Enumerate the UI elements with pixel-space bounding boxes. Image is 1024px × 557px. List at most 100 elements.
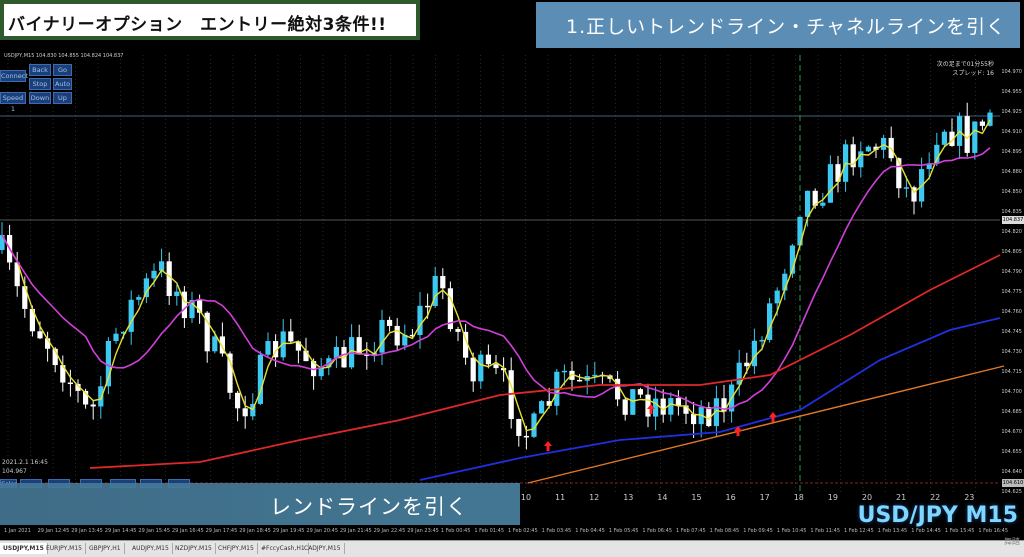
candle-body bbox=[539, 401, 545, 414]
candle-body bbox=[523, 435, 529, 438]
date-label: 29 Jan 21:45 bbox=[340, 528, 372, 534]
candle-body bbox=[90, 404, 96, 407]
candle-body bbox=[660, 398, 666, 415]
price-label: 104.790 bbox=[1001, 269, 1022, 275]
price-label: 104.670 bbox=[1001, 429, 1022, 435]
candle-body bbox=[227, 353, 233, 393]
price-label: 104.850 bbox=[1001, 189, 1022, 195]
hour-label: 23 bbox=[964, 493, 975, 502]
date-label: 1 Jan 2021 bbox=[4, 528, 31, 534]
hour-label: 16 bbox=[725, 493, 736, 502]
candle-body bbox=[675, 398, 681, 406]
candle-body bbox=[470, 357, 476, 382]
date-label: 29 Jan 23:45 bbox=[407, 528, 439, 534]
candle-body bbox=[964, 116, 970, 153]
price-label: 104.655 bbox=[1001, 449, 1022, 455]
date-label: 29 Jan 12:45 bbox=[37, 528, 70, 534]
chart-tab[interactable]: AUDJPY,M15 bbox=[129, 543, 173, 554]
date-label: 29 Jan 14:45 bbox=[104, 528, 137, 534]
date-label: 1 Feb 05:45 bbox=[608, 528, 639, 534]
candle-body bbox=[820, 202, 826, 206]
date-label: 1 Feb 10:45 bbox=[776, 528, 807, 534]
date-label: 29 Jan 13:45 bbox=[71, 528, 103, 534]
auto-button[interactable]: Auto bbox=[53, 78, 72, 90]
candle-body bbox=[212, 336, 218, 352]
up-button[interactable]: Up bbox=[53, 92, 72, 104]
watermark: 舞踏 bbox=[1004, 537, 1020, 546]
chart-tab[interactable]: GBPJPY,H1 bbox=[86, 543, 125, 554]
date-label: 1 Feb 00:45 bbox=[440, 528, 471, 534]
hour-label: 14 bbox=[657, 493, 668, 502]
spread-value: スプレッド: 16 bbox=[952, 70, 994, 77]
price-label: 104.805 bbox=[1001, 249, 1022, 255]
date-label: 29 Jan 22:45 bbox=[373, 528, 406, 534]
date-label: 1 Feb 04:45 bbox=[575, 528, 605, 534]
chart-tab[interactable]: CHFJPY,M15 bbox=[215, 543, 258, 554]
date-label: 1 Feb 02:45 bbox=[508, 528, 538, 534]
price-label: 104.925 bbox=[1001, 109, 1022, 115]
candle-body bbox=[425, 305, 431, 308]
candle-body bbox=[979, 121, 985, 126]
price-label: 104.745 bbox=[1001, 329, 1022, 335]
date-label: 1 Feb 01:45 bbox=[474, 528, 505, 534]
pair-timeframe-label: USD/JPY M15 bbox=[857, 503, 1018, 528]
moving-average-long bbox=[419, 317, 1001, 481]
date-label: 29 Jan 20:45 bbox=[306, 528, 339, 534]
hour-label: 12 bbox=[589, 493, 600, 502]
candle-body bbox=[805, 190, 811, 217]
candle-body bbox=[265, 341, 271, 355]
candle-body bbox=[691, 413, 697, 425]
connect-button[interactable]: Connect bbox=[0, 70, 28, 82]
candle-body bbox=[561, 370, 567, 373]
candle-body bbox=[668, 398, 674, 415]
candle-body bbox=[67, 382, 73, 385]
video-title: バイナリーオプション エントリー絶対3条件!! bbox=[8, 15, 387, 35]
price-label: 104.730 bbox=[1001, 349, 1022, 355]
caption-text: レンドラインを引く bbox=[270, 495, 468, 519]
chart-tab[interactable]: USDJPY,M15 bbox=[0, 543, 48, 554]
bottom-price-tag: 104.610 bbox=[1002, 479, 1024, 487]
hour-label: 17 bbox=[759, 493, 770, 502]
chart-tab[interactable]: NZDJPY,M15 bbox=[172, 543, 216, 554]
candle-body bbox=[151, 270, 157, 279]
candle-body bbox=[136, 297, 142, 300]
down-button[interactable]: Down bbox=[29, 92, 51, 104]
hour-label: 11 bbox=[555, 493, 566, 502]
hour-label: 21 bbox=[896, 493, 907, 502]
date-label: 1 Feb 07:45 bbox=[676, 528, 706, 534]
date-label: 29 Jan 17:45 bbox=[205, 528, 238, 534]
hour-label: 18 bbox=[793, 493, 804, 502]
date-label: 1 Feb 08:45 bbox=[709, 528, 740, 534]
speed-button[interactable]: Speed 1 bbox=[0, 92, 26, 113]
candle-body bbox=[881, 137, 887, 150]
date-label: 1 Feb 12:45 bbox=[844, 528, 874, 534]
candle-body bbox=[128, 299, 134, 332]
candle-body bbox=[622, 399, 628, 415]
step-caption-box: 1.正しいトレンドライン・チャネルラインを引く bbox=[536, 2, 1020, 48]
candlestick-chart[interactable] bbox=[0, 0, 1024, 556]
go-button[interactable]: Go bbox=[53, 64, 72, 76]
candle-body bbox=[478, 354, 484, 382]
price-label: 104.760 bbox=[1001, 309, 1022, 315]
chart-tab[interactable]: EURJPY,M15 bbox=[43, 543, 86, 554]
video-title-box: バイナリーオプション エントリー絶対3条件!! bbox=[0, 0, 420, 40]
stop-button[interactable]: Stop bbox=[29, 78, 51, 90]
candle-body bbox=[394, 325, 400, 346]
chart-tab[interactable]: CADJPY,M15 bbox=[301, 543, 345, 554]
back-button[interactable]: Back bbox=[29, 64, 51, 76]
caption-banner: レンドラインを引く bbox=[0, 483, 520, 525]
date-label: 29 Jan 15:45 bbox=[138, 528, 171, 534]
buy-arrow-icon bbox=[769, 412, 777, 422]
bar-countdown: 次の足まで01分55秒 スプレッド: 16 bbox=[937, 60, 994, 78]
buy-arrow-icon bbox=[544, 441, 552, 451]
candle-body bbox=[774, 290, 780, 304]
candle-body bbox=[865, 146, 871, 152]
countdown-time: 次の足まで01分55秒 bbox=[936, 61, 994, 68]
price-label: 104.970 bbox=[1001, 69, 1022, 75]
symbol-info: USDJPY,M15 104.830 104.855 104.824 104.8… bbox=[4, 53, 124, 59]
price-label: 104.700 bbox=[1001, 389, 1022, 395]
candle-body bbox=[417, 305, 423, 336]
hour-label: 22 bbox=[930, 493, 941, 502]
date-label: 1 Feb 13:45 bbox=[877, 528, 908, 534]
date-label: 1 Feb 06:45 bbox=[642, 528, 673, 534]
